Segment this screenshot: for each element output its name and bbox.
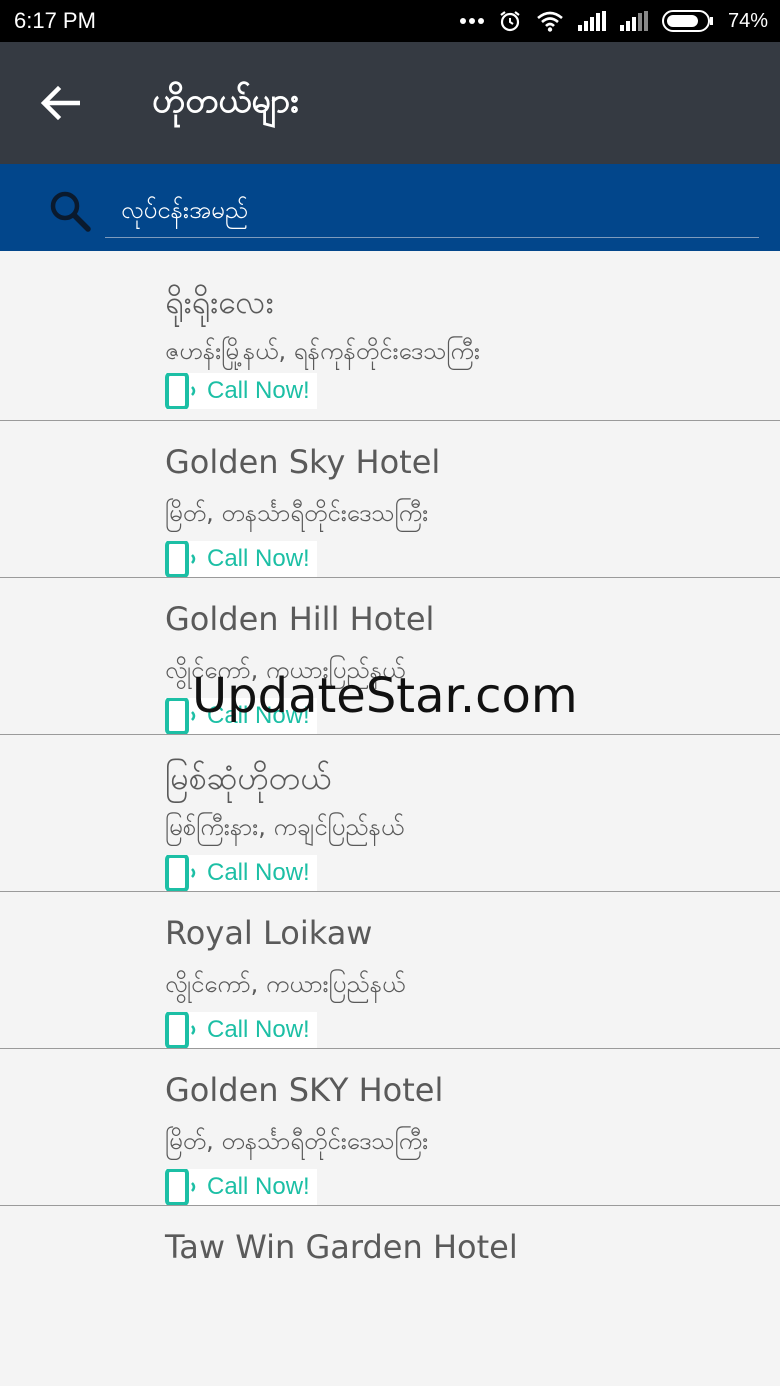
phone-call-icon bbox=[165, 373, 196, 409]
call-now-label: Call Now! bbox=[207, 1016, 310, 1043]
page-title: ဟိုတယ်များ bbox=[152, 80, 299, 121]
hotel-address: လွိုင်ကော်, ကယားပြည်နယ် bbox=[165, 656, 406, 684]
hotel-address: မြစ်ကြီးနား, ကချင်ပြည်နယ် bbox=[165, 813, 405, 841]
search-bar bbox=[0, 164, 780, 251]
back-button[interactable] bbox=[30, 73, 90, 133]
call-now-label: Call Now! bbox=[207, 377, 310, 404]
hotel-name: Taw Win Garden Hotel bbox=[165, 1228, 518, 1266]
wifi-icon bbox=[536, 10, 564, 32]
hotel-name: မြစ်ဆုံဟိုတယ် bbox=[165, 759, 332, 797]
phone-call-icon bbox=[165, 1012, 196, 1048]
hotel-address: လွိုင်ကော်, ကယားပြည်နယ် bbox=[165, 970, 406, 998]
hotel-address: ဇဟန်းမြို့နယ်, ရန်ကုန်တိုင်းဒေသကြီး bbox=[165, 337, 480, 365]
call-now-button[interactable]: Call Now! bbox=[165, 1169, 317, 1205]
arrow-left-icon bbox=[40, 85, 80, 121]
search-input[interactable] bbox=[121, 187, 759, 232]
battery-icon bbox=[661, 10, 714, 32]
phone-call-icon bbox=[165, 855, 196, 891]
hotel-name: Golden Sky Hotel bbox=[165, 443, 441, 481]
call-now-button[interactable]: Call Now! bbox=[165, 373, 317, 409]
hotel-list-item[interactable]: Golden SKY Hotel မြိတ်, တနင်္သာရီတိုင်းဒ… bbox=[0, 1049, 780, 1206]
search-icon bbox=[50, 191, 91, 232]
call-now-button[interactable]: Call Now! bbox=[165, 541, 317, 577]
battery-percent: 74% bbox=[727, 9, 768, 32]
search-field bbox=[105, 182, 759, 238]
alarm-icon bbox=[498, 9, 522, 33]
more-dots-icon bbox=[459, 17, 484, 25]
status-bar: 6:17 PM 74% bbox=[0, 0, 780, 42]
hotel-name: ရိုးရိုးလေး bbox=[165, 283, 274, 321]
phone-call-icon bbox=[165, 1169, 196, 1205]
phone-call-icon bbox=[165, 541, 196, 577]
hotel-address: မြိတ်, တနင်္သာရီတိုင်းဒေသကြီး bbox=[165, 1127, 429, 1155]
phone-call-icon bbox=[165, 698, 196, 734]
signal-icon-2 bbox=[619, 11, 648, 31]
hotel-name: Royal Loikaw bbox=[165, 914, 373, 952]
hotel-list-item[interactable]: Royal Loikaw လွိုင်ကော်, ကယားပြည်နယ် Cal… bbox=[0, 892, 780, 1049]
app-toolbar: ဟိုတယ်များ bbox=[0, 42, 780, 164]
signal-icon bbox=[577, 11, 606, 31]
hotel-list-item[interactable]: Golden Hill Hotel လွိုင်ကော်, ကယားပြည်နယ… bbox=[0, 578, 780, 735]
call-now-label: Call Now! bbox=[207, 545, 310, 572]
hotel-list-item[interactable]: Taw Win Garden Hotel bbox=[0, 1206, 780, 1326]
call-now-button[interactable]: Call Now! bbox=[165, 698, 317, 734]
call-now-label: Call Now! bbox=[207, 859, 310, 886]
hotel-name: Golden Hill Hotel bbox=[165, 600, 435, 638]
call-now-label: Call Now! bbox=[207, 702, 310, 729]
call-now-label: Call Now! bbox=[207, 1173, 310, 1200]
hotel-list-item[interactable]: Golden Sky Hotel မြိတ်, တနင်္သာရီတိုင်းဒ… bbox=[0, 421, 780, 578]
hotel-list: ရိုးရိုးလေး ဇဟန်းမြို့နယ်, ရန်ကုန်တိုင်း… bbox=[0, 251, 780, 1326]
hotel-name: Golden SKY Hotel bbox=[165, 1071, 444, 1109]
status-icons: 74% bbox=[459, 9, 768, 33]
status-time: 6:17 PM bbox=[14, 8, 96, 33]
call-now-button[interactable]: Call Now! bbox=[165, 855, 317, 891]
hotel-list-item[interactable]: မြစ်ဆုံဟိုတယ် မြစ်ကြီးနား, ကချင်ပြည်နယ် … bbox=[0, 735, 780, 892]
hotel-list-item[interactable]: ရိုးရိုးလေး ဇဟန်းမြို့နယ်, ရန်ကုန်တိုင်း… bbox=[0, 251, 780, 421]
call-now-button[interactable]: Call Now! bbox=[165, 1012, 317, 1048]
hotel-address: မြိတ်, တနင်္သာရီတိုင်းဒေသကြီး bbox=[165, 499, 429, 527]
